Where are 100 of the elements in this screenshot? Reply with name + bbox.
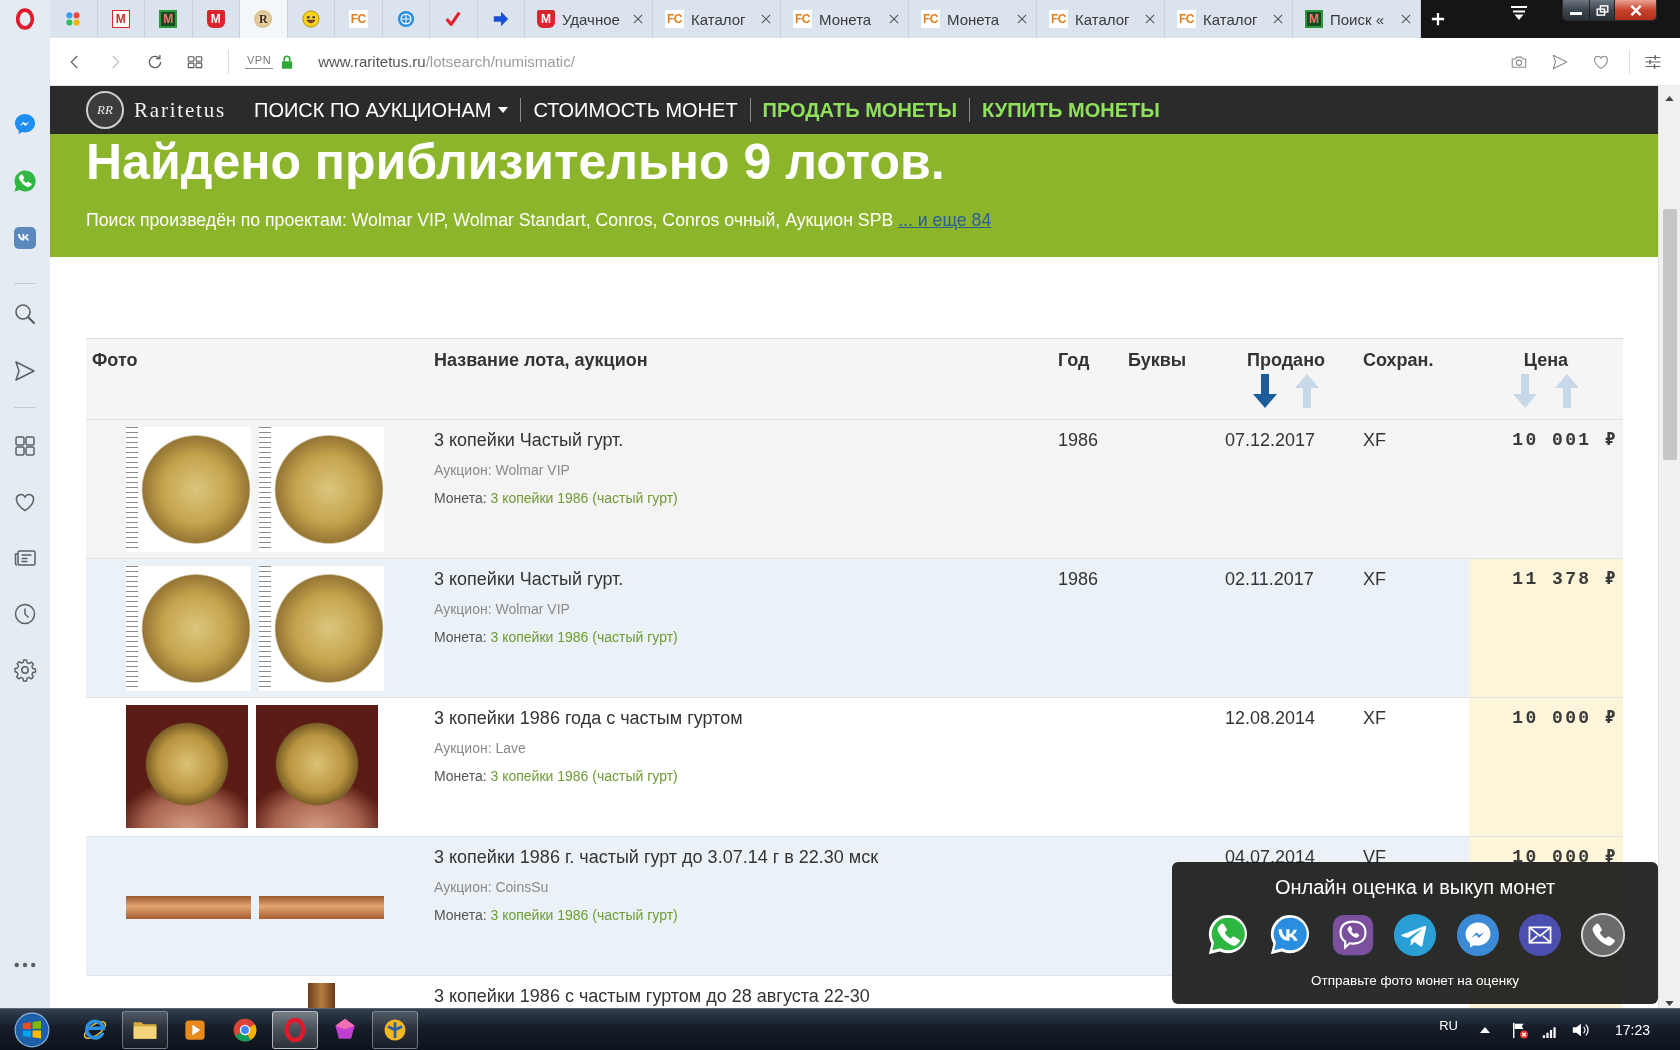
logo-emblem[interactable]: RR [86,91,124,129]
auction-name: Аукцион: Wolmar VIP [434,600,570,618]
nav-link[interactable]: СТОИМОСТЬ МОНЕТ [521,98,750,122]
clock-icon[interactable] [13,602,37,626]
scrollbar-thumb[interactable] [1662,209,1677,460]
lot-title[interactable]: 3 копейки 1986 года с частым гуртом [434,707,743,729]
coin-line: Монета: 3 копейки 1986 (частый гурт) [434,628,678,646]
close-icon[interactable] [633,14,643,24]
favicon-logo: M [206,10,225,28]
sliders-icon[interactable] [1644,52,1662,71]
arrow-down-icon[interactable] [1253,374,1277,408]
globe-icon [396,10,415,28]
auction-name: Аукцион: Lave [434,739,526,757]
vpn-badge[interactable]: VPN [245,54,274,69]
arrow-icon [491,10,510,28]
close-icon[interactable] [1017,14,1027,24]
grid-icon[interactable] [13,434,37,458]
close-icon [1629,4,1642,16]
chat-bubble-icon[interactable] [1454,912,1501,958]
tick-icon [444,10,463,28]
lot-title[interactable]: 3 копейки 1986 г. частый гурт до 3.07.14 г в 22.30 мск [434,846,879,868]
lot-title[interactable]: 3 копейки 1986 с частым гуртом до 28 августа 22-30 [434,985,870,1007]
language-indicator[interactable]: RU [1439,1018,1458,1033]
scrollbar[interactable] [1658,86,1680,1008]
paper-plane-icon[interactable] [1392,912,1438,958]
social-logo-icon[interactable] [13,226,37,250]
maximize-button[interactable] [1590,0,1615,20]
favicon-logo: FC [665,10,684,28]
column-header: Название лота, аукцион [434,349,648,371]
logo-text[interactable]: Raritetus [134,97,227,123]
lot-title[interactable]: 3 копейки Частый гурт. [434,429,624,451]
favicon-logo: M [1305,10,1323,28]
clock[interactable]: 17:23 [1614,1021,1650,1038]
popup-caption: Отправьте фото монет на оценку [1311,973,1519,989]
taskbar-button[interactable] [372,1010,418,1049]
start-icon[interactable] [14,1011,50,1048]
grade-text: XF [1363,430,1386,450]
column-header: Цена [1523,349,1569,371]
favicon-logo: FC [348,10,368,28]
settings-icon[interactable] [13,658,37,682]
price-cell-text: 10 001 ₽ [1511,429,1619,452]
sold-date: 12.08.2014 [1225,708,1316,728]
price-cell: 10 000 ₽ [1469,698,1623,836]
year-text: 1986 [1058,569,1099,589]
url-field[interactable]: www.raritetus.ru/lotsearch/numismatic/ [318,53,575,70]
taskbar-button[interactable] [272,1010,318,1049]
column-header: Фото [92,349,138,371]
auction-name: Аукцион: Wolmar VIP [434,461,570,479]
results-title: Найдено приблизительно 9 лотов. [86,134,946,190]
auction-name: Аукцион: CoinsSu [434,878,549,896]
favicon-logo: R [254,10,273,28]
menu-icon[interactable] [1509,4,1529,21]
coin-line: Монета: 3 копейки 1986 (частый гурт) [434,767,678,785]
lot-title[interactable]: 3 копейки Частый гурт. [434,568,624,590]
favicon-logo: M [159,10,178,28]
search-projects-text: Поиск произведён по проектам: Wolmar VIP, Wolmar Standart, Conros, Conros очный, Аукцион SPB ... и еще 84 [86,209,993,232]
nav-link[interactable]: ПРОДАТЬ МОНЕТЫ [750,98,969,122]
close-icon[interactable] [1145,14,1155,24]
column-header: Продано [1247,349,1325,371]
favicon-logo: M [537,10,555,28]
grade-text: XF [1363,708,1386,728]
close-icon[interactable] [1401,14,1411,24]
coin-line: Монета: 3 копейки 1986 (частый гурт) [434,906,678,924]
price-cell: 11 378 ₽ [1469,559,1623,697]
send-icon[interactable] [13,359,37,383]
year-text: 1986 [1058,430,1099,450]
more-icon[interactable] [14,962,36,968]
nav-link[interactable]: ПОИСК ПО АУКЦИОНАМ [242,98,521,122]
close-icon[interactable] [1273,14,1283,24]
column-header: Буквы [1128,349,1187,371]
nav-link[interactable]: КУПИТЬ МОНЕТЫ [970,98,1172,122]
close-icon[interactable] [761,14,771,24]
browser-logo-icon[interactable] [14,7,36,31]
restore-icon [1595,4,1609,16]
lock-icon [281,53,294,70]
search-icon[interactable] [13,302,37,326]
phone-icon[interactable] [1579,912,1626,958]
reload-icon[interactable] [146,52,164,71]
send-icon[interactable] [1551,52,1569,71]
smiley-icon [301,10,320,28]
arrow-up-icon[interactable] [1665,96,1674,101]
close-icon[interactable] [889,14,899,24]
browser-tab[interactable]: R [240,0,288,38]
sold-date: 02.11.2017 [1225,569,1314,589]
column-header: Год [1058,349,1090,371]
taskbar-button[interactable] [122,1010,168,1049]
column-header: Сохран. [1363,349,1434,371]
envelope-icon[interactable] [1517,912,1563,958]
sold-date: 04.07.2014 [1225,847,1316,867]
favicon-logo: FC [1049,10,1068,28]
minimize-icon [1570,12,1582,15]
arrow-down-icon[interactable] [1665,1001,1674,1006]
favicon-logo: FC [1177,10,1196,28]
close-button[interactable] [1615,0,1656,20]
arrow-up-icon[interactable] [1479,1026,1490,1033]
plus-icon[interactable] [1431,12,1445,26]
minimize-button[interactable] [1563,0,1590,20]
favicon-logo: M [111,10,130,28]
favicon-logo: FC [793,10,812,28]
grade-text: VF [1363,847,1386,867]
